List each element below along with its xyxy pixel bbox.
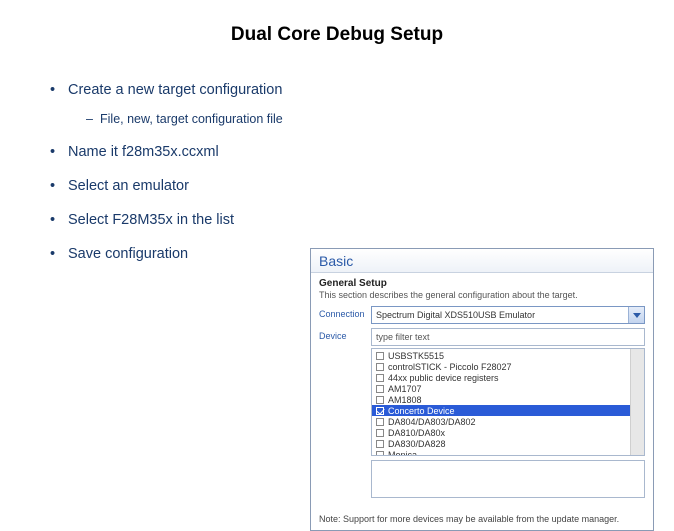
device-option[interactable]: Monica — [372, 449, 644, 456]
device-option-label: controlSTICK - Piccolo F28027 — [388, 362, 512, 372]
list-item: Select F28M35x in the list — [50, 212, 674, 228]
general-setup-heading: General Setup — [319, 278, 645, 289]
device-detail-box — [371, 460, 645, 498]
general-setup-description: This section describes the general confi… — [319, 290, 645, 300]
device-option[interactable]: USBSTK5515 — [372, 350, 644, 361]
device-option-label: USBSTK5515 — [388, 351, 444, 361]
list-item: Name it f28m35x.ccxml — [50, 144, 674, 160]
checkbox-icon[interactable] — [376, 374, 384, 382]
checkbox-icon[interactable] — [376, 385, 384, 393]
checkbox-icon[interactable] — [376, 418, 384, 426]
device-filter-input[interactable]: type filter text — [371, 328, 645, 346]
device-option-label: AM1808 — [388, 395, 422, 405]
connection-dropdown[interactable]: Spectrum Digital XDS510USB Emulator — [371, 306, 645, 324]
list-item: Select an emulator — [50, 178, 674, 194]
checkbox-icon[interactable] — [376, 440, 384, 448]
device-listbox[interactable]: USBSTK5515controlSTICK - Piccolo F280274… — [371, 348, 645, 456]
device-option[interactable]: DA810/DA80x — [372, 427, 644, 438]
page-title: Dual Core Debug Setup — [0, 0, 674, 46]
connection-value: Spectrum Digital XDS510USB Emulator — [376, 310, 535, 320]
device-option[interactable]: controlSTICK - Piccolo F28027 — [372, 361, 644, 372]
slide-content: Create a new target configurationFile, n… — [0, 46, 674, 262]
panel-note: Note: Support for more devices may be av… — [311, 508, 653, 530]
device-option-label: Concerto Device — [388, 406, 455, 416]
device-option-label: AM1707 — [388, 384, 422, 394]
device-option[interactable]: DA804/DA803/DA802 — [372, 416, 644, 427]
device-option[interactable]: 44xx public device registers — [372, 372, 644, 383]
device-option[interactable]: DA830/DA828 — [372, 438, 644, 449]
panel-tab-basic[interactable]: Basic — [311, 249, 653, 273]
connection-label: Connection — [319, 306, 371, 319]
device-option-label: DA830/DA828 — [388, 439, 446, 449]
device-option-label: Monica — [388, 450, 417, 457]
checkbox-icon[interactable] — [376, 429, 384, 437]
checkbox-icon[interactable] — [376, 451, 384, 457]
device-option[interactable]: AM1707 — [372, 383, 644, 394]
checkbox-icon[interactable] — [376, 363, 384, 371]
list-item: Create a new target configurationFile, n… — [50, 82, 674, 126]
device-option-label: 44xx public device registers — [388, 373, 499, 383]
chevron-down-icon[interactable] — [628, 307, 644, 323]
config-panel: Basic General Setup This section describ… — [310, 248, 654, 531]
device-label: Device — [319, 328, 371, 341]
device-option[interactable]: AM1808 — [372, 394, 644, 405]
checkbox-icon[interactable] — [376, 352, 384, 360]
list-sub-item: File, new, target configuration file — [86, 112, 674, 126]
checkbox-icon[interactable] — [376, 407, 384, 415]
scrollbar[interactable] — [630, 349, 644, 455]
device-option[interactable]: Concerto Device — [372, 405, 644, 416]
device-option-label: DA810/DA80x — [388, 428, 445, 438]
instruction-list: Create a new target configurationFile, n… — [50, 82, 674, 262]
checkbox-icon[interactable] — [376, 396, 384, 404]
device-option-label: DA804/DA803/DA802 — [388, 417, 476, 427]
